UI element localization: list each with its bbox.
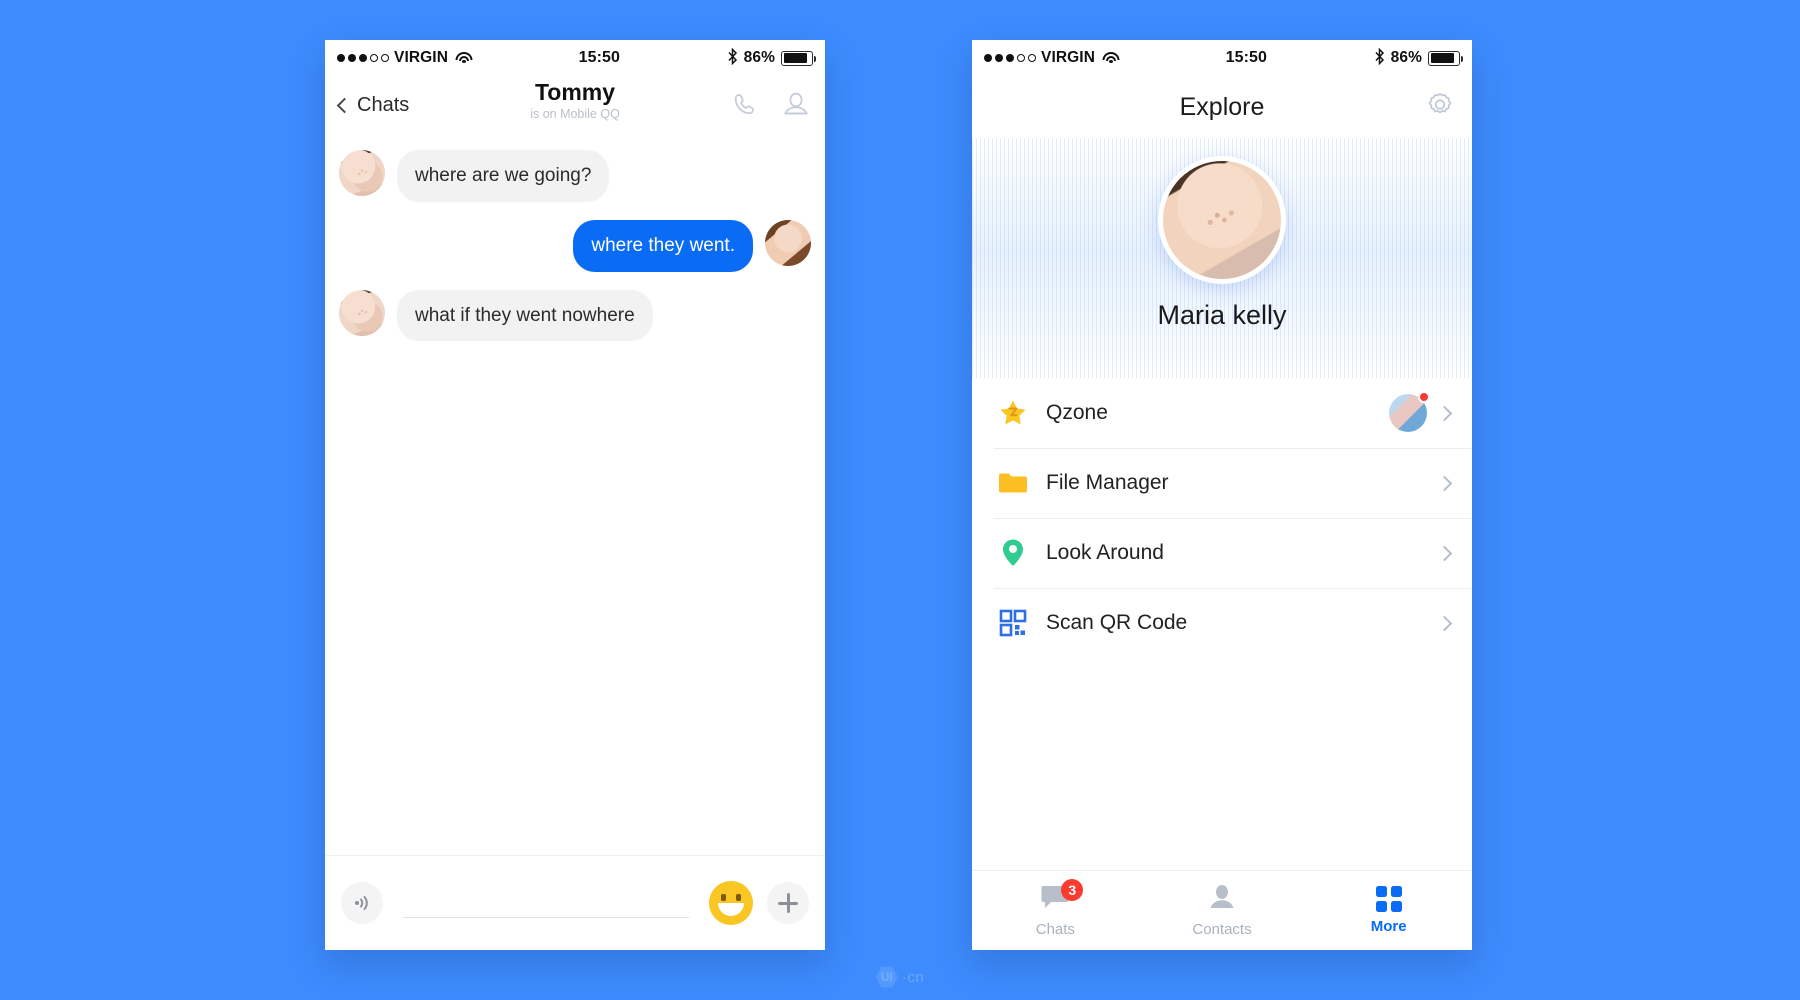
battery-icon <box>1428 50 1463 66</box>
smiley-face-icon[interactable] <box>709 881 753 925</box>
message-bubble[interactable]: where they went. <box>573 219 753 272</box>
signal-strength-icon <box>337 54 389 62</box>
clock-label: 15:50 <box>578 49 621 66</box>
wifi-icon <box>1102 51 1119 65</box>
person-outline-icon[interactable] <box>781 90 811 120</box>
menu-item-look-around[interactable]: Look Around <box>972 518 1472 588</box>
phone-explore-screen: VIRGIN 15:50 86% Explore Maria kelly Qzo… <box>972 40 1472 950</box>
avatar[interactable] <box>765 219 811 266</box>
gear-icon[interactable] <box>1426 91 1454 124</box>
profile-name: Maria kelly <box>1157 300 1287 330</box>
person-icon <box>1208 884 1236 915</box>
explore-menu-list: Qzone File Manager Look Around Scan QR C… <box>972 378 1472 658</box>
status-bar-chat: VIRGIN 15:50 86% <box>325 40 825 76</box>
back-to-chats-button[interactable]: Chats <box>336 93 410 117</box>
tab-label: Contacts <box>1192 920 1252 938</box>
avatar[interactable] <box>1158 156 1286 284</box>
star-qzone-icon <box>994 398 1032 428</box>
status-left: VIRGIN <box>984 49 1119 67</box>
chats-unread-badge: 3 <box>1061 879 1084 901</box>
avatar[interactable] <box>339 289 385 336</box>
tab-label: Chats <box>1035 920 1075 938</box>
grid-squares-icon <box>1375 886 1402 912</box>
chevron-right-icon <box>1436 475 1453 491</box>
profile-photo <box>1163 161 1281 279</box>
menu-item-label: Qzone <box>1046 401 1108 424</box>
message-bubble[interactable]: what if they went nowhere <box>397 289 653 342</box>
message-bubble[interactable]: where are we going? <box>397 150 610 202</box>
profile-header: Maria kelly <box>972 138 1472 378</box>
message-list: where are we going? where they went. wha… <box>325 134 825 855</box>
clock-label: 15:50 <box>1225 49 1268 66</box>
message-row: what if they went nowhere <box>339 289 811 342</box>
qzone-thumbnail[interactable] <box>1389 391 1430 432</box>
status-right: 86% <box>727 47 816 68</box>
qr-code-icon <box>994 609 1032 637</box>
message-input[interactable] <box>397 882 695 924</box>
chevron-right-icon <box>1436 405 1453 421</box>
battery-percent-label: 86% <box>1390 49 1422 66</box>
menu-item-label: Scan QR Code <box>1046 611 1188 634</box>
red-dot-badge <box>1418 391 1430 403</box>
chevron-left-icon <box>336 97 353 113</box>
folder-icon <box>994 470 1032 496</box>
bluetooth-icon <box>1374 47 1385 68</box>
chevron-right-icon <box>1436 615 1453 631</box>
status-left: VIRGIN <box>337 49 472 67</box>
location-pin-icon <box>994 538 1032 568</box>
tab-chats[interactable]: 3 Chats <box>972 871 1139 950</box>
menu-item-file-manager[interactable]: File Manager <box>972 448 1472 518</box>
voice-wave-icon[interactable] <box>341 882 383 924</box>
chat-nav-bar: Chats Tommy is on Mobile QQ <box>325 76 825 134</box>
menu-item-label: File Manager <box>1046 471 1169 494</box>
wifi-icon <box>455 51 472 65</box>
page-title: Explore <box>1179 92 1265 121</box>
message-row: where they went. <box>339 219 811 272</box>
chevron-right-icon <box>1436 545 1453 561</box>
status-right: 86% <box>1374 47 1463 68</box>
phone-call-icon[interactable] <box>731 90 761 120</box>
message-row: where are we going? <box>339 150 811 202</box>
watermark: UI ·cn <box>875 966 925 988</box>
tab-more[interactable]: More <box>1305 871 1472 950</box>
tab-label: More <box>1370 918 1407 935</box>
carrier-label: VIRGIN <box>394 49 448 66</box>
battery-icon <box>781 50 816 66</box>
menu-item-scan-qr-code[interactable]: Scan QR Code <box>972 588 1472 658</box>
watermark-text: ·cn <box>901 968 925 986</box>
signal-strength-icon <box>984 54 1036 62</box>
battery-percent-label: 86% <box>743 49 775 66</box>
explore-nav-bar: Explore <box>972 76 1472 138</box>
chat-input-bar <box>325 855 825 950</box>
bottom-tab-bar: 3 Chats Contacts More <box>972 870 1472 950</box>
canvas: VIRGIN 15:50 86% Chats Tommy is on Mobil… <box>0 0 1800 1000</box>
menu-item-qzone[interactable]: Qzone <box>972 378 1472 448</box>
plus-icon[interactable] <box>767 882 809 924</box>
menu-item-label: Look Around <box>1046 541 1164 564</box>
avatar[interactable] <box>339 150 385 196</box>
back-label: Chats <box>357 93 410 116</box>
phone-chat-screen: VIRGIN 15:50 86% Chats Tommy is on Mobil… <box>325 40 825 950</box>
carrier-label: VIRGIN <box>1041 49 1095 66</box>
status-bar-explore: VIRGIN 15:50 86% <box>972 40 1472 76</box>
bluetooth-icon <box>727 47 738 68</box>
watermark-logo-icon: UI <box>875 966 898 988</box>
chat-nav-actions <box>731 90 811 120</box>
tab-contacts[interactable]: Contacts <box>1139 871 1306 950</box>
